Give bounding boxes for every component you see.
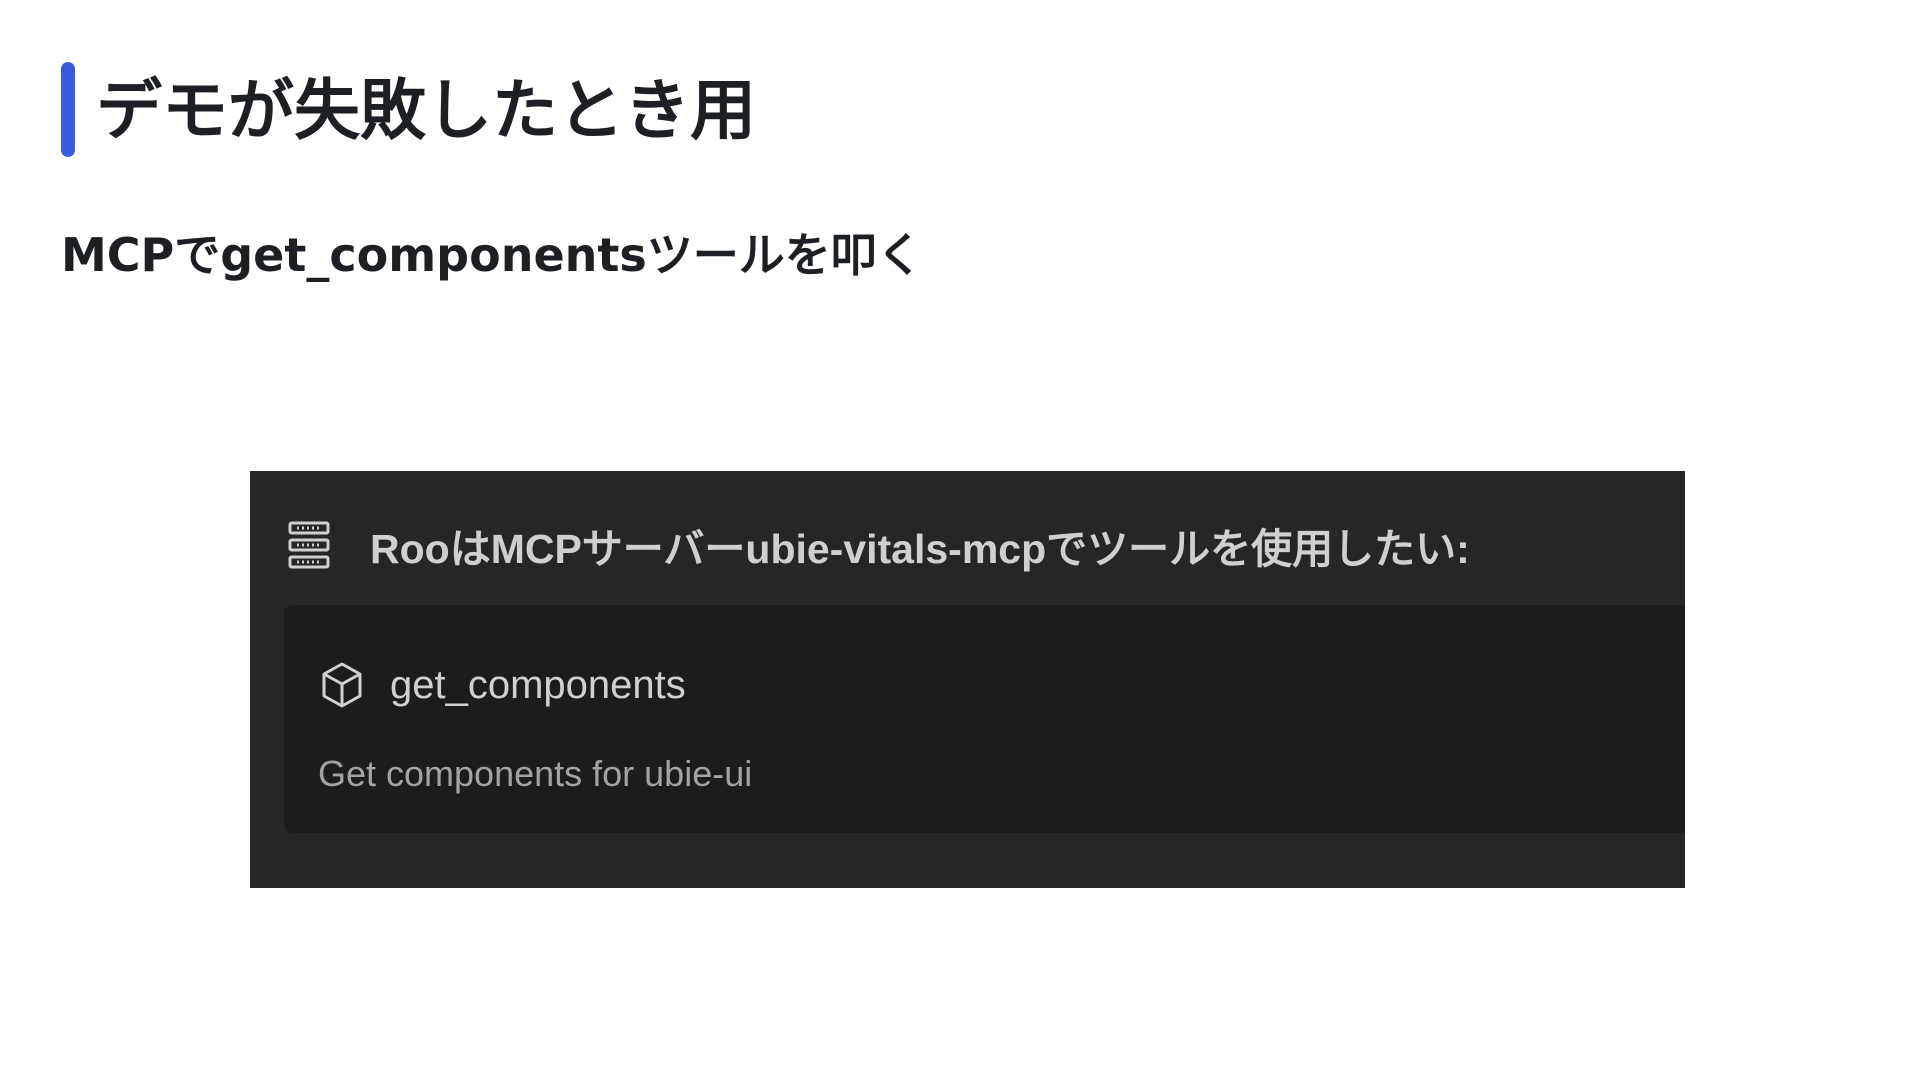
- tool-description: Get components for ubie-ui: [318, 753, 753, 794]
- title-accent-bar: [61, 62, 75, 157]
- cube-icon: [322, 662, 362, 708]
- slide-subtitle: MCPでget_componentsツールを叩く: [61, 228, 923, 282]
- tool-card: get_components Get components for ubie-u…: [284, 605, 1685, 833]
- server-icon: [288, 521, 330, 569]
- tool-name: get_components: [390, 662, 686, 707]
- slide-title: デモが失敗したとき用: [96, 72, 756, 149]
- mcp-request-header: RooはMCPサーバーubie-vitals-mcpでツールを使用したい:: [288, 517, 1470, 573]
- mcp-request-text: RooはMCPサーバーubie-vitals-mcpでツールを使用したい:: [370, 526, 1470, 572]
- mcp-tool-request-screenshot: RooはMCPサーバーubie-vitals-mcpでツールを使用したい: ge…: [250, 471, 1685, 888]
- tool-title-row: get_components: [320, 657, 686, 713]
